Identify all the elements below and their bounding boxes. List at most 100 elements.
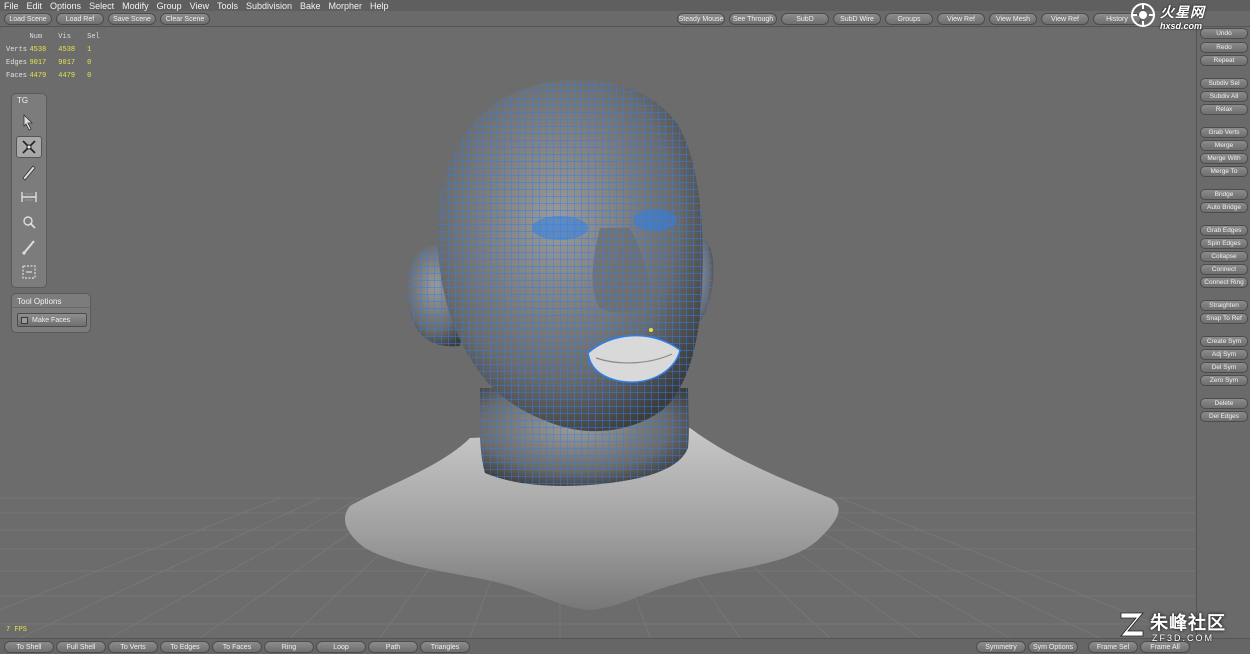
create-sym-button[interactable]: Create Sym: [1200, 336, 1248, 347]
extend-icon: [22, 265, 36, 279]
menu-modify[interactable]: Modify: [122, 1, 149, 11]
straighten-button[interactable]: Straighten: [1200, 300, 1248, 311]
tool-options-panel: Tool Options Make Faces: [11, 293, 91, 333]
full-shell-button[interactable]: Full Shell: [56, 641, 106, 653]
stats-vis: 4538: [58, 45, 76, 54]
tool-options-title: Tool Options: [12, 294, 90, 308]
snap-to-ref-button[interactable]: Snap To Ref: [1200, 313, 1248, 324]
make-faces-checkbox[interactable]: Make Faces: [17, 313, 87, 327]
extrude-edge-tool[interactable]: [16, 186, 42, 208]
connect-ring-button[interactable]: Connect Ring: [1200, 277, 1248, 288]
subd-button[interactable]: SubD: [781, 13, 829, 25]
right-eye-loop: [633, 209, 677, 231]
fps-counter: 7 FPS: [6, 626, 28, 634]
menu-bake[interactable]: Bake: [300, 1, 321, 11]
to-shell-button[interactable]: To Shell: [4, 641, 54, 653]
watermark-bottom-line1: 朱峰社区: [1150, 613, 1226, 633]
to-faces-button[interactable]: To Faces: [212, 641, 262, 653]
subd-wire-button[interactable]: SubD Wire: [833, 13, 881, 25]
select-arrow-tool[interactable]: [16, 111, 42, 133]
menu-select[interactable]: Select: [89, 1, 114, 11]
connect-button[interactable]: Connect: [1200, 264, 1248, 275]
3d-viewport[interactable]: [0, 28, 1195, 638]
tg-tool-panel: TG: [11, 93, 47, 288]
spin-edges-button[interactable]: Spin Edges: [1200, 238, 1248, 249]
stats-header-num: Num: [29, 32, 43, 41]
stats-label: Verts: [6, 45, 28, 54]
tweak-tool[interactable]: [16, 136, 42, 158]
repeat-button[interactable]: Repeat: [1200, 55, 1248, 66]
path-button[interactable]: Path: [368, 641, 418, 653]
stats-header-vis: Vis: [58, 32, 71, 41]
loop-button[interactable]: Loop: [316, 641, 366, 653]
adj-sym-button[interactable]: Adj Sym: [1200, 349, 1248, 360]
ring-button[interactable]: Ring: [264, 641, 314, 653]
drag-loop-icon: [23, 216, 36, 229]
merge-with-button[interactable]: Merge With: [1200, 153, 1248, 164]
collapse-button[interactable]: Collapse: [1200, 251, 1248, 262]
merge-to-button[interactable]: Merge To: [1200, 166, 1248, 177]
view-ref-button[interactable]: View Ref: [937, 13, 985, 25]
tweak-cross-icon: [22, 140, 36, 154]
stats-sel: 0: [87, 71, 92, 80]
subdiv-all-button[interactable]: Subdiv All: [1200, 91, 1248, 102]
zero-sym-button[interactable]: Zero Sym: [1200, 375, 1248, 386]
watermark-hxsd: 火星网 hxsd.com: [1130, 2, 1248, 36]
brush-tool[interactable]: [16, 236, 42, 258]
right-command-panel: Undo Redo Repeat Subdiv Sel Subdiv All Relax G…: [1196, 28, 1250, 638]
to-verts-button[interactable]: To Verts: [108, 641, 158, 653]
stats-num: 4538: [29, 45, 47, 54]
auto-bridge-button[interactable]: Auto Bridge: [1200, 202, 1248, 213]
bottom-toolbar: To Shell Full Shell To Verts To Edges To Fac…: [0, 638, 1250, 654]
extend-tool[interactable]: [16, 261, 42, 283]
view-mesh-button[interactable]: View Mesh: [989, 13, 1037, 25]
merge-button[interactable]: Merge: [1200, 140, 1248, 151]
bridge-button[interactable]: Bridge: [1200, 189, 1248, 200]
see-through-button[interactable]: See Through: [729, 13, 777, 25]
del-sym-button[interactable]: Del Sym: [1200, 362, 1248, 373]
menu-group[interactable]: Group: [157, 1, 182, 11]
load-ref-button[interactable]: Load Ref: [56, 13, 104, 25]
stats-num: 9017: [29, 58, 47, 67]
del-edges-button[interactable]: Del Edges: [1200, 411, 1248, 422]
grab-edges-button[interactable]: Grab Edges: [1200, 225, 1248, 236]
view-ref-button[interactable]: View Ref: [1041, 13, 1089, 25]
extrude-edge-icon: [21, 192, 37, 202]
stats-label: Faces: [6, 71, 28, 80]
grab-verts-button[interactable]: Grab Verts: [1200, 127, 1248, 138]
symmetry-button[interactable]: Symmetry: [976, 641, 1026, 653]
menu-file[interactable]: File: [4, 1, 19, 11]
menu-view[interactable]: View: [190, 1, 209, 11]
save-scene-button[interactable]: Save Scene: [108, 13, 156, 25]
make-faces-label: Make Faces: [32, 316, 71, 324]
checkbox-square: [21, 316, 28, 324]
menu-morpher[interactable]: Morpher: [329, 1, 363, 11]
to-edges-button[interactable]: To Edges: [160, 641, 210, 653]
drag-loop-tool[interactable]: [16, 211, 42, 233]
viewport-canvas[interactable]: [0, 28, 1195, 638]
stats-vis: 9017: [58, 58, 76, 67]
pencil-tool[interactable]: [16, 161, 42, 183]
delete-button[interactable]: Delete: [1200, 398, 1248, 409]
redo-button[interactable]: Redo: [1200, 42, 1248, 53]
sym-options-button[interactable]: Sym Options: [1028, 641, 1078, 653]
selected-vertex: [649, 328, 653, 332]
watermark-top-line1: 火星网: [1160, 4, 1205, 20]
relax-button[interactable]: Relax: [1200, 104, 1248, 115]
menu-subdivision[interactable]: Subdivision: [246, 1, 292, 11]
groups-button[interactable]: Groups: [885, 13, 933, 25]
menu-tools[interactable]: Tools: [217, 1, 238, 11]
subdiv-sel-button[interactable]: Subdiv Sel: [1200, 78, 1248, 89]
stats-row-verts: Verts 4538 4538 1: [6, 43, 116, 56]
mesh-stats: Num Vis Sel Verts 4538 4538 1 Edges 9017…: [6, 30, 116, 82]
menu-options[interactable]: Options: [50, 1, 81, 11]
clear-scene-button[interactable]: Clear Scene: [160, 13, 210, 25]
select-arrow-icon: [23, 114, 33, 131]
triangles-button[interactable]: Triangles: [420, 641, 470, 653]
zf3d-logo-icon: [1120, 612, 1144, 637]
steady-mouse-button[interactable]: Steady Mouse: [677, 13, 725, 25]
menu-edit[interactable]: Edit: [27, 1, 43, 11]
menu-help[interactable]: Help: [370, 1, 389, 11]
load-scene-button[interactable]: Load Scene: [4, 13, 52, 25]
stats-row-faces: Faces 4479 4479 0: [6, 69, 116, 82]
